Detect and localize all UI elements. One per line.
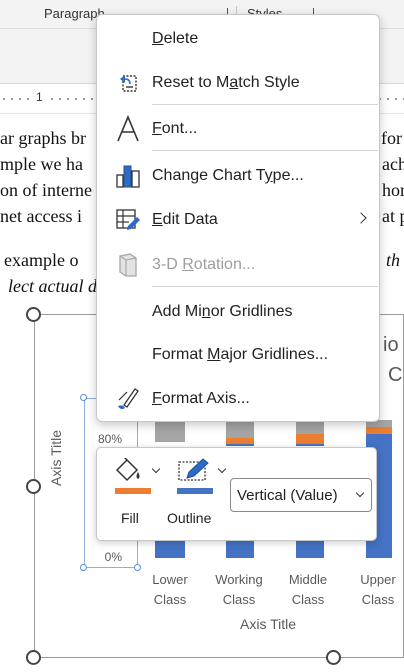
bar-segment[interactable] bbox=[155, 540, 185, 558]
menu-separator bbox=[152, 104, 378, 105]
menu-item-edit-data[interactable]: Edit Data bbox=[97, 200, 379, 240]
chart-title-fragment[interactable]: io bbox=[383, 334, 399, 357]
menu-item-format-axis[interactable]: Format Axis... bbox=[97, 379, 379, 419]
outline-color-swatch bbox=[177, 488, 213, 494]
fill-label: Fill bbox=[121, 510, 139, 526]
paint-bucket-icon bbox=[113, 455, 143, 489]
font-icon bbox=[115, 115, 141, 142]
doc-text-line: mple we ha bbox=[0, 154, 83, 174]
bar-segment[interactable] bbox=[296, 420, 324, 434]
y-tick-label: 80% bbox=[97, 432, 122, 446]
pen-outline-icon bbox=[177, 458, 211, 489]
menu-item-label: Edit Data bbox=[152, 211, 218, 228]
chart-resize-handle[interactable] bbox=[326, 650, 341, 665]
edit-data-icon bbox=[115, 207, 141, 233]
chevron-down-icon bbox=[355, 488, 365, 498]
y-axis-title[interactable]: Axis Title bbox=[48, 430, 64, 486]
change-chart-type-icon bbox=[115, 163, 141, 189]
doc-text-line: th bbox=[386, 250, 401, 270]
menu-item-3d-rotation: 3-D Rotation... bbox=[97, 245, 379, 285]
chevron-down-icon[interactable] bbox=[217, 464, 227, 474]
reset-style-icon bbox=[115, 70, 141, 96]
doc-text-line: at p bbox=[382, 206, 404, 226]
fill-button[interactable]: Fill bbox=[107, 454, 167, 534]
doc-text-line: hor bbox=[382, 180, 404, 200]
menu-item-label: Add Minor Gridlines bbox=[152, 303, 293, 320]
outline-label: Outline bbox=[167, 510, 212, 526]
y-tick-label: 0% bbox=[104, 550, 122, 564]
menu-item-delete[interactable]: Delete bbox=[97, 19, 379, 59]
doc-text-line: ach bbox=[382, 154, 404, 174]
menu-item-reset-to-match-style[interactable]: Reset to Match Style bbox=[97, 63, 379, 103]
bar-segment[interactable] bbox=[296, 444, 324, 446]
bar-segment[interactable] bbox=[226, 540, 254, 558]
x-tick-label: Lower Class bbox=[152, 572, 188, 607]
menu-item-format-major-gridlines[interactable]: Format Major Gridlines... bbox=[97, 335, 379, 375]
mini-toolbar: Fill Outline Vertical (Value) bbox=[96, 447, 377, 541]
menu-item-label: Reset to Match Style bbox=[152, 74, 300, 91]
bar-segment[interactable] bbox=[226, 420, 254, 438]
bar-segment[interactable] bbox=[296, 540, 324, 558]
chart-element-selector-value: Vertical (Value) bbox=[237, 487, 338, 504]
menu-item-label: 3-D Rotation... bbox=[152, 256, 256, 273]
doc-text-line: net access i bbox=[0, 206, 82, 226]
ruler-number: 1 bbox=[34, 90, 45, 104]
menu-item-label: Change Chart Type... bbox=[152, 167, 304, 184]
x-tick-label: Upper Class bbox=[360, 572, 396, 607]
menu-item-font[interactable]: Font... bbox=[97, 109, 379, 149]
chart-resize-handle[interactable] bbox=[26, 650, 41, 665]
bar-segment[interactable] bbox=[296, 434, 324, 444]
chart-element-selector[interactable]: Vertical (Value) bbox=[230, 478, 372, 512]
chevron-right-icon bbox=[355, 212, 367, 224]
menu-item-add-minor-gridlines[interactable]: Add Minor Gridlines bbox=[97, 292, 379, 332]
chart-resize-handle[interactable] bbox=[26, 307, 41, 322]
doc-text-line: for bbox=[381, 128, 402, 148]
bar-segment[interactable] bbox=[155, 420, 185, 442]
axis-selection-handle[interactable] bbox=[80, 564, 87, 571]
outline-button[interactable]: Outline bbox=[167, 454, 227, 534]
x-axis-title[interactable]: Axis Title bbox=[240, 616, 296, 632]
axis-selection-handle[interactable] bbox=[80, 394, 87, 401]
menu-item-label: Font... bbox=[152, 120, 198, 137]
fill-color-swatch bbox=[115, 488, 151, 494]
menu-separator bbox=[152, 286, 378, 287]
bar-segment[interactable] bbox=[366, 427, 392, 434]
menu-item-label: Format Axis... bbox=[152, 390, 250, 407]
format-axis-icon bbox=[115, 386, 141, 412]
doc-text-line: on of interne bbox=[0, 180, 92, 200]
chevron-down-icon[interactable] bbox=[151, 464, 161, 474]
3d-rotation-icon bbox=[115, 252, 141, 278]
x-tick-label: Working Class bbox=[215, 572, 263, 607]
chart-title-fragment[interactable]: C bbox=[388, 364, 402, 387]
menu-item-label: Format Major Gridlines... bbox=[152, 346, 329, 363]
chart-resize-handle[interactable] bbox=[26, 479, 41, 494]
menu-separator bbox=[152, 150, 378, 151]
doc-text-line: ar graphs br bbox=[0, 128, 86, 148]
x-tick-label: Middle Class bbox=[288, 572, 328, 607]
bar-segment[interactable] bbox=[226, 444, 254, 446]
menu-item-label: Delete bbox=[152, 30, 199, 47]
menu-item-change-chart-type[interactable]: Change Chart Type... bbox=[97, 156, 379, 196]
context-menu: Delete Reset to Match Style Font... Chan… bbox=[96, 14, 380, 422]
doc-text-line: lect actual d bbox=[8, 276, 97, 296]
doc-text-line: example o bbox=[4, 250, 79, 270]
